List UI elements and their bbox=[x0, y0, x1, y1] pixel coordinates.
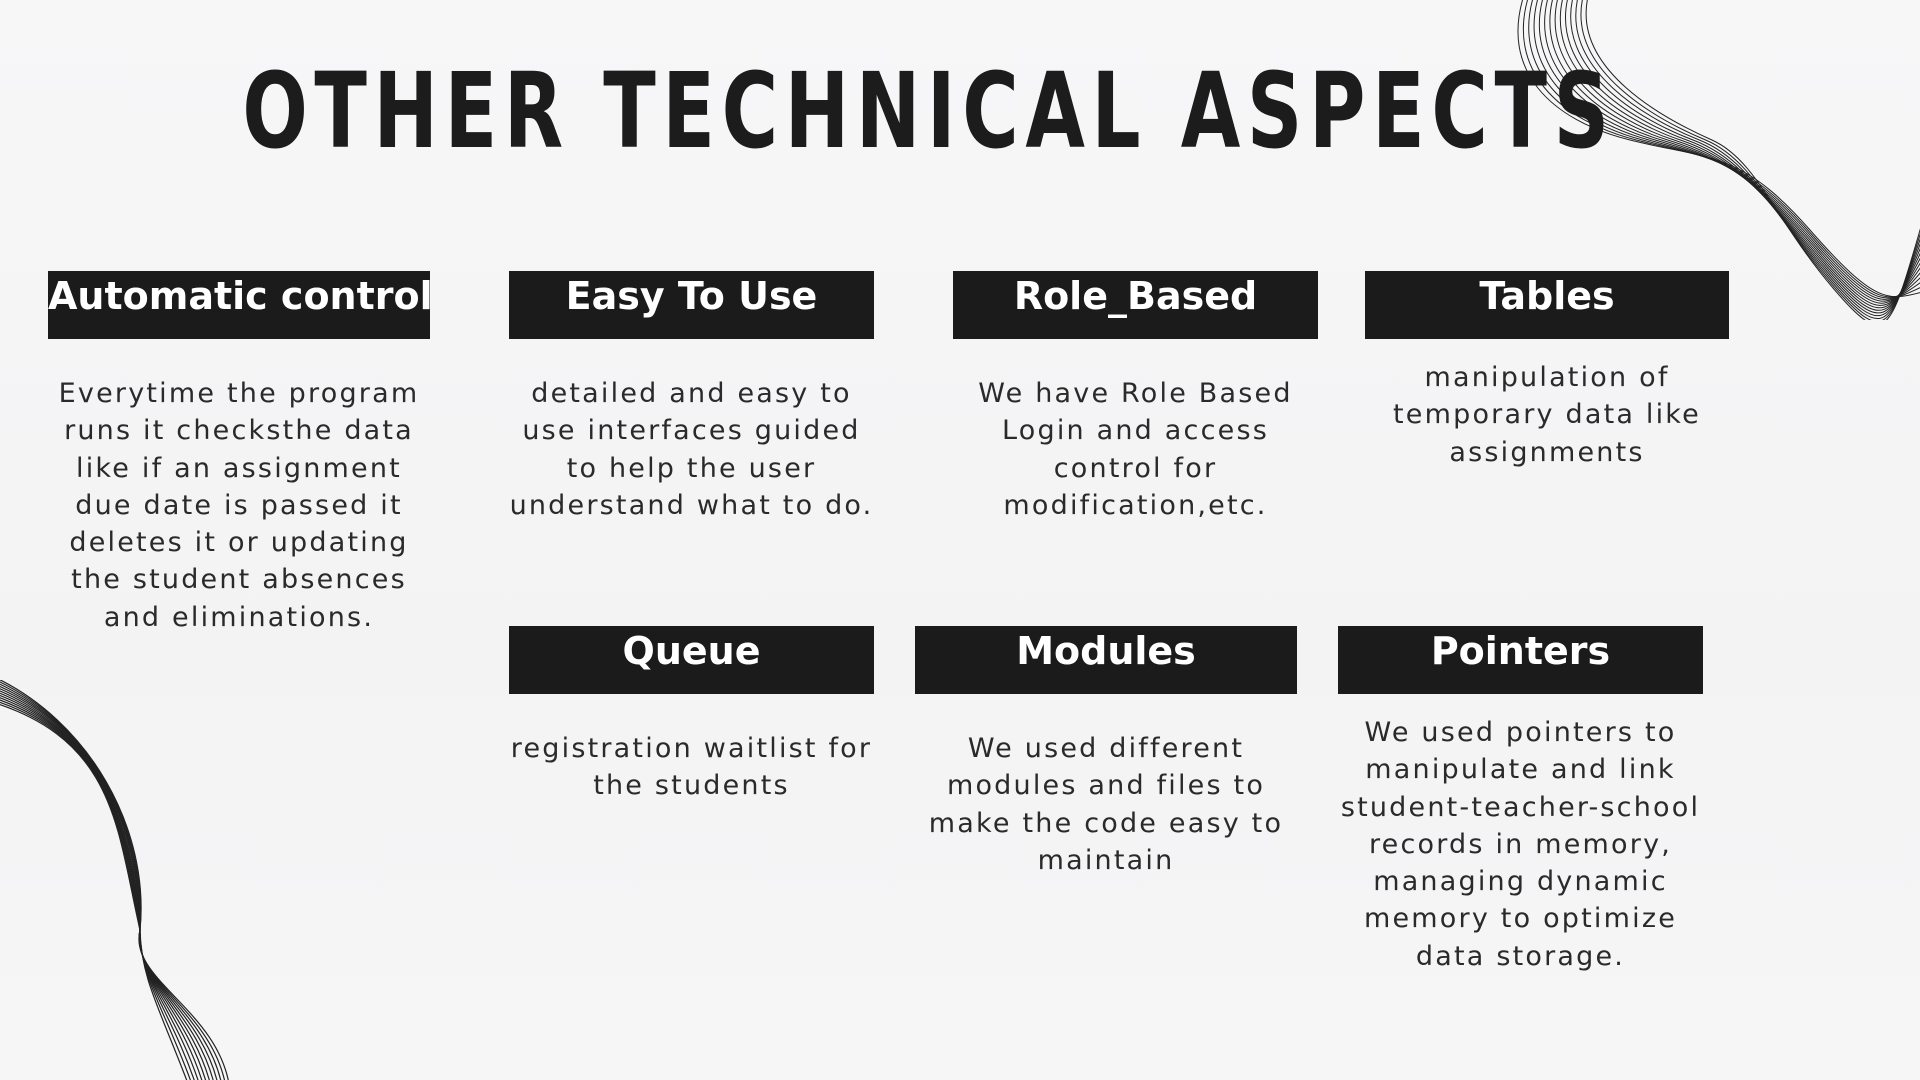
card-heading-queue: Queue bbox=[509, 626, 874, 694]
card-text-automatic-control: Everytime the program runs it checksthe … bbox=[58, 378, 420, 633]
card-text-pointers: We used pointers to manipulate and link … bbox=[1340, 717, 1701, 972]
card-heading-pointers: Pointers bbox=[1338, 626, 1703, 694]
wave-line bbox=[0, 681, 225, 1080]
card-heading-role-based: Role_Based bbox=[953, 271, 1318, 339]
card-text-queue: registration waitlist for the students bbox=[510, 733, 873, 802]
card-heading-tables: Tables bbox=[1365, 271, 1729, 339]
wave-line bbox=[0, 697, 199, 1080]
wave-lines-decoration-bottom-left bbox=[0, 680, 229, 1080]
wave-line bbox=[0, 699, 195, 1080]
wave-line bbox=[0, 683, 222, 1080]
card-text-easy-to-use: detailed and easy to use interfaces guid… bbox=[509, 378, 874, 521]
slide-title: OTHER TECHNICAL ASPECTS bbox=[242, 50, 1616, 172]
wave-line bbox=[0, 704, 188, 1080]
wave-line bbox=[0, 690, 210, 1080]
wave-line bbox=[0, 701, 192, 1080]
card-text-tables: manipulation of temporary data like assi… bbox=[1393, 362, 1701, 468]
wave-line bbox=[0, 692, 207, 1080]
card-text-modules: We used different modules and files to m… bbox=[928, 733, 1284, 876]
card-heading-easy-to-use: Easy To Use bbox=[509, 271, 874, 339]
wave-line bbox=[1570, 0, 1920, 317]
wave-line bbox=[0, 686, 218, 1080]
card-heading-modules: Modules bbox=[915, 626, 1297, 694]
wave-line bbox=[1565, 0, 1920, 314]
card-text-role-based: We have Role Based Login and access cont… bbox=[978, 378, 1293, 521]
wave-line bbox=[0, 688, 214, 1080]
card-heading-automatic-control: Automatic control bbox=[48, 271, 433, 339]
wave-line bbox=[0, 695, 203, 1080]
wave-line bbox=[0, 680, 229, 1080]
